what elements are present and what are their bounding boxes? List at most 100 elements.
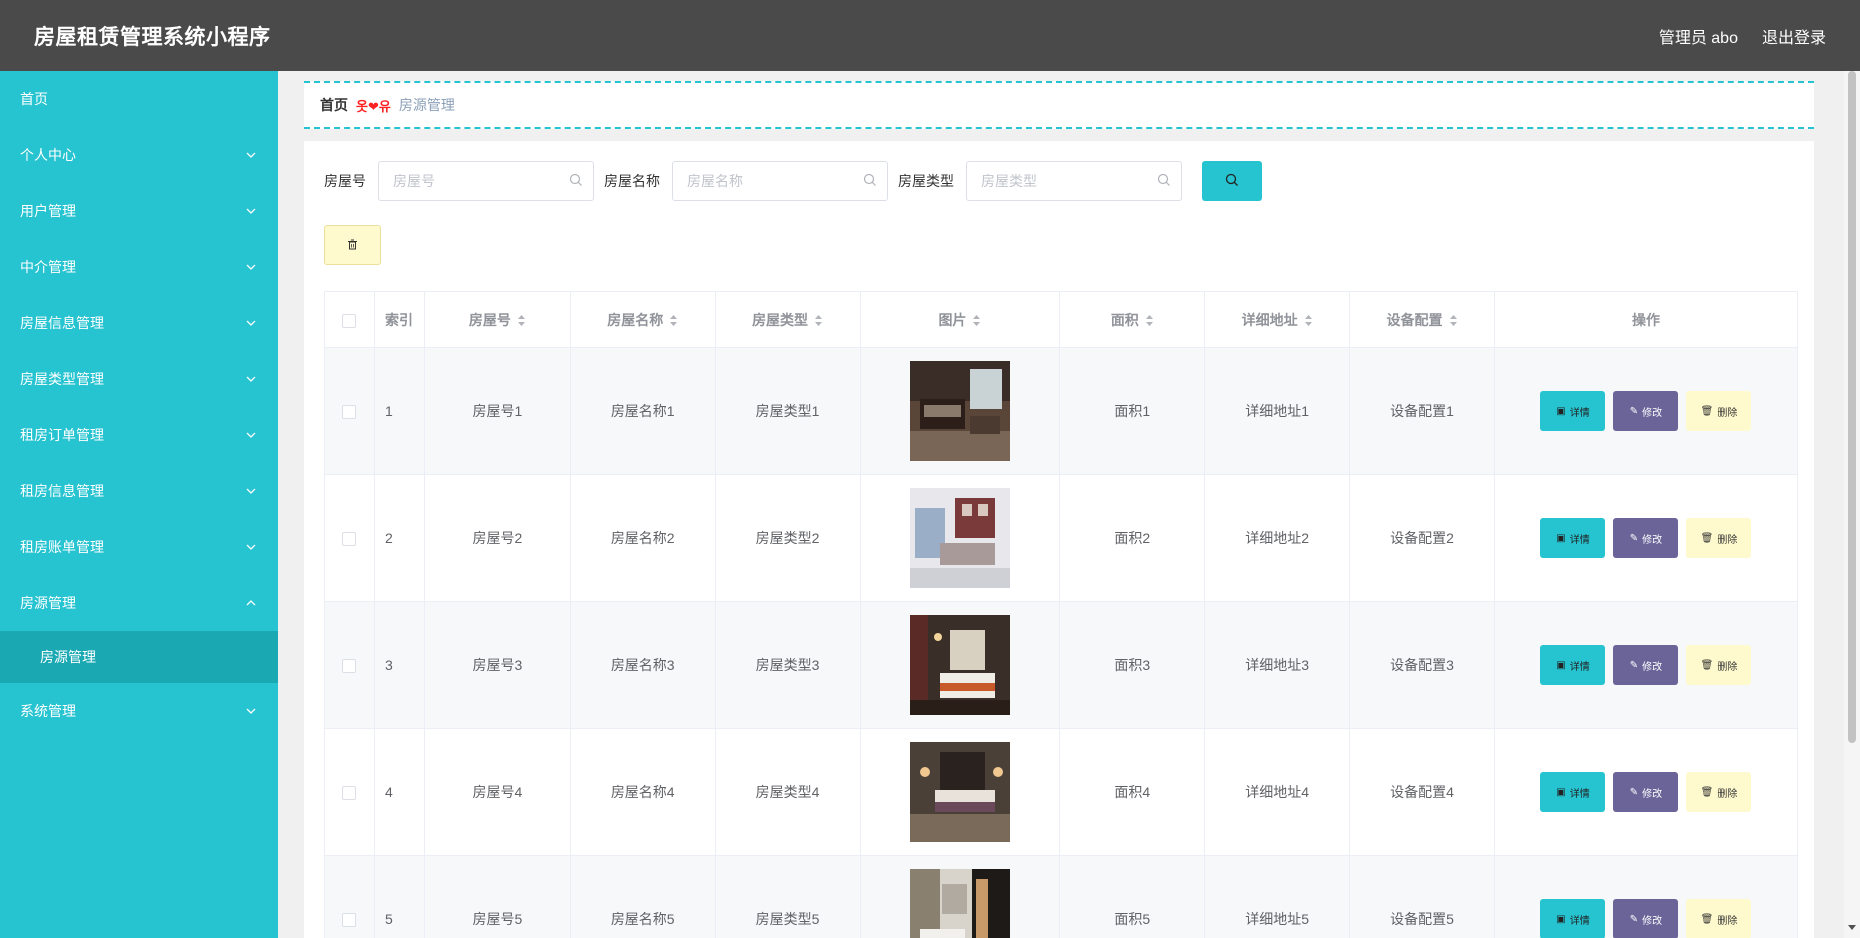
document-icon: ▣	[1556, 913, 1566, 925]
sidebar-item-agent-management[interactable]: 中介管理	[0, 239, 278, 295]
row-select-cell	[324, 855, 375, 938]
house-no-input[interactable]	[393, 173, 563, 189]
pencil-icon: ✎	[1629, 786, 1639, 798]
select-all-checkbox[interactable]	[342, 313, 357, 328]
sidebar-item-rental-info[interactable]: 租房信息管理	[0, 463, 278, 519]
pencil-icon: ✎	[1629, 532, 1639, 544]
delete-button[interactable]: 🗑 删除	[1686, 772, 1752, 812]
house-name-input[interactable]	[687, 173, 857, 189]
cell-house-no: 房屋号2	[423, 474, 571, 602]
edit-button[interactable]: ✎ 修改	[1613, 772, 1679, 812]
search-button[interactable]	[1202, 161, 1262, 201]
sidebar-item-user-management[interactable]: 用户管理	[0, 183, 278, 239]
row-checkbox[interactable]	[342, 659, 357, 674]
house-type-label: 房屋类型	[898, 173, 954, 189]
house-name-field[interactable]	[672, 161, 888, 201]
cell-image	[859, 728, 1061, 856]
sidebar-item-personal-center[interactable]: 个人中心	[0, 127, 278, 183]
house-photo[interactable]	[909, 742, 1010, 842]
breadcrumb-separator: 옷❤유	[356, 98, 391, 114]
batch-delete-button[interactable]	[324, 225, 381, 265]
row-checkbox[interactable]	[342, 532, 357, 547]
row-checkbox[interactable]	[342, 913, 357, 928]
chevron-down-icon	[246, 150, 256, 160]
house-no-field[interactable]	[378, 161, 594, 201]
delete-button[interactable]: 🗑 删除	[1686, 899, 1752, 938]
chevron-down-icon	[246, 262, 256, 272]
scroll-down-arrow-icon[interactable]	[1847, 924, 1857, 932]
delete-button[interactable]: 🗑 删除	[1686, 518, 1752, 558]
house-type-field[interactable]	[966, 161, 1182, 201]
select-all-cell	[324, 291, 375, 348]
header-address[interactable]: 详细地址	[1204, 291, 1351, 348]
detail-button[interactable]: ▣ 详情	[1540, 899, 1606, 938]
scrollbar-thumb[interactable]	[1848, 71, 1856, 743]
header-house-no[interactable]: 房屋号	[423, 291, 571, 348]
table-row: 2 房屋号2 房屋名称2 房屋类型2 面积2 详细地址2 设备配置2 ▣ 详情 …	[324, 474, 1799, 602]
cell-equipment: 设备配置2	[1349, 474, 1495, 602]
sidebar-item-house-type[interactable]: 房屋类型管理	[0, 351, 278, 407]
sidebar-item-label: 房屋信息管理	[20, 315, 104, 331]
header-equipment[interactable]: 设备配置	[1349, 291, 1495, 348]
edit-button[interactable]: ✎ 修改	[1613, 391, 1679, 431]
chevron-down-icon	[246, 374, 256, 384]
edit-button[interactable]: ✎ 修改	[1613, 645, 1679, 685]
sort-icon	[1304, 315, 1312, 327]
cell-house-no: 房屋号4	[423, 728, 571, 856]
header-house-type[interactable]: 房屋类型	[714, 291, 861, 348]
breadcrumb-home[interactable]: 首页	[320, 95, 348, 115]
house-photo[interactable]	[909, 869, 1010, 938]
cell-image	[859, 855, 1061, 938]
chevron-down-icon	[246, 542, 256, 552]
detail-button[interactable]: ▣ 详情	[1540, 391, 1606, 431]
delete-button[interactable]: 🗑 删除	[1686, 645, 1752, 685]
cell-index: 5	[373, 855, 425, 938]
delete-label: 删除	[1717, 788, 1738, 800]
cell-house-name: 房屋名称2	[569, 474, 716, 602]
document-icon: ▣	[1556, 659, 1566, 671]
chevron-down-icon	[246, 706, 256, 716]
header-house-name[interactable]: 房屋名称	[569, 291, 716, 348]
house-no-label: 房屋号	[324, 173, 366, 189]
sidebar-item-rental-bills[interactable]: 租房账单管理	[0, 519, 278, 575]
cell-equipment: 设备配置1	[1349, 347, 1495, 475]
edit-button[interactable]: ✎ 修改	[1613, 518, 1679, 558]
sidebar-item-house-info[interactable]: 房屋信息管理	[0, 295, 278, 351]
sort-icon	[517, 315, 525, 327]
sidebar-item-rental-orders[interactable]: 租房订单管理	[0, 407, 278, 463]
logout-button[interactable]: 退出登录	[1762, 24, 1826, 48]
detail-button[interactable]: ▣ 详情	[1540, 772, 1606, 812]
search-form: 房屋号 房屋名称 房屋类型	[324, 161, 1262, 201]
house-photo[interactable]	[909, 488, 1010, 588]
row-checkbox[interactable]	[342, 405, 357, 420]
house-photo[interactable]	[909, 615, 1010, 715]
pencil-icon: ✎	[1629, 913, 1639, 925]
delete-button[interactable]: 🗑 删除	[1686, 391, 1752, 431]
header-area[interactable]: 面积	[1059, 291, 1206, 348]
sidebar-item-home[interactable]: 首页	[0, 71, 278, 127]
cell-area: 面积1	[1059, 347, 1206, 475]
sidebar-item-system-management[interactable]: 系统管理	[0, 683, 278, 739]
detail-button[interactable]: ▣ 详情	[1540, 518, 1606, 558]
row-checkbox[interactable]	[342, 786, 357, 801]
table-row: 1 房屋号1 房屋名称1 房屋类型1 面积1 详细地址1 设备配置1 ▣ 详情 …	[324, 347, 1799, 475]
sidebar-item-label: 个人中心	[20, 147, 76, 163]
sidebar-subitem-label: 房源管理	[40, 649, 96, 665]
edit-label: 修改	[1642, 788, 1663, 800]
edit-button[interactable]: ✎ 修改	[1613, 899, 1679, 938]
sidebar: 首页 个人中心 用户管理 中介管理 房屋信息管理 房屋类型管理 租房订单管理 租…	[0, 71, 278, 938]
cell-address: 详细地址2	[1204, 474, 1351, 602]
sidebar-item-listing-management[interactable]: 房源管理	[0, 575, 278, 631]
sidebar-subitem-listing-management[interactable]: 房源管理	[0, 631, 278, 683]
house-photo[interactable]	[909, 361, 1010, 461]
trash-icon: 🗑	[1700, 659, 1714, 671]
cell-house-no: 房屋号1	[423, 347, 571, 475]
detail-button[interactable]: ▣ 详情	[1540, 645, 1606, 685]
table-row: 5 房屋号5 房屋名称5 房屋类型5 面积5 详细地址5 设备配置5 ▣ 详情 …	[324, 855, 1799, 938]
house-type-input[interactable]	[981, 173, 1151, 189]
page-scrollbar[interactable]	[1844, 71, 1860, 938]
header-image[interactable]: 图片	[859, 291, 1061, 348]
cell-area: 面积2	[1059, 474, 1206, 602]
breadcrumb-current: 房源管理	[398, 97, 455, 113]
cell-house-no: 房屋号3	[423, 601, 571, 729]
